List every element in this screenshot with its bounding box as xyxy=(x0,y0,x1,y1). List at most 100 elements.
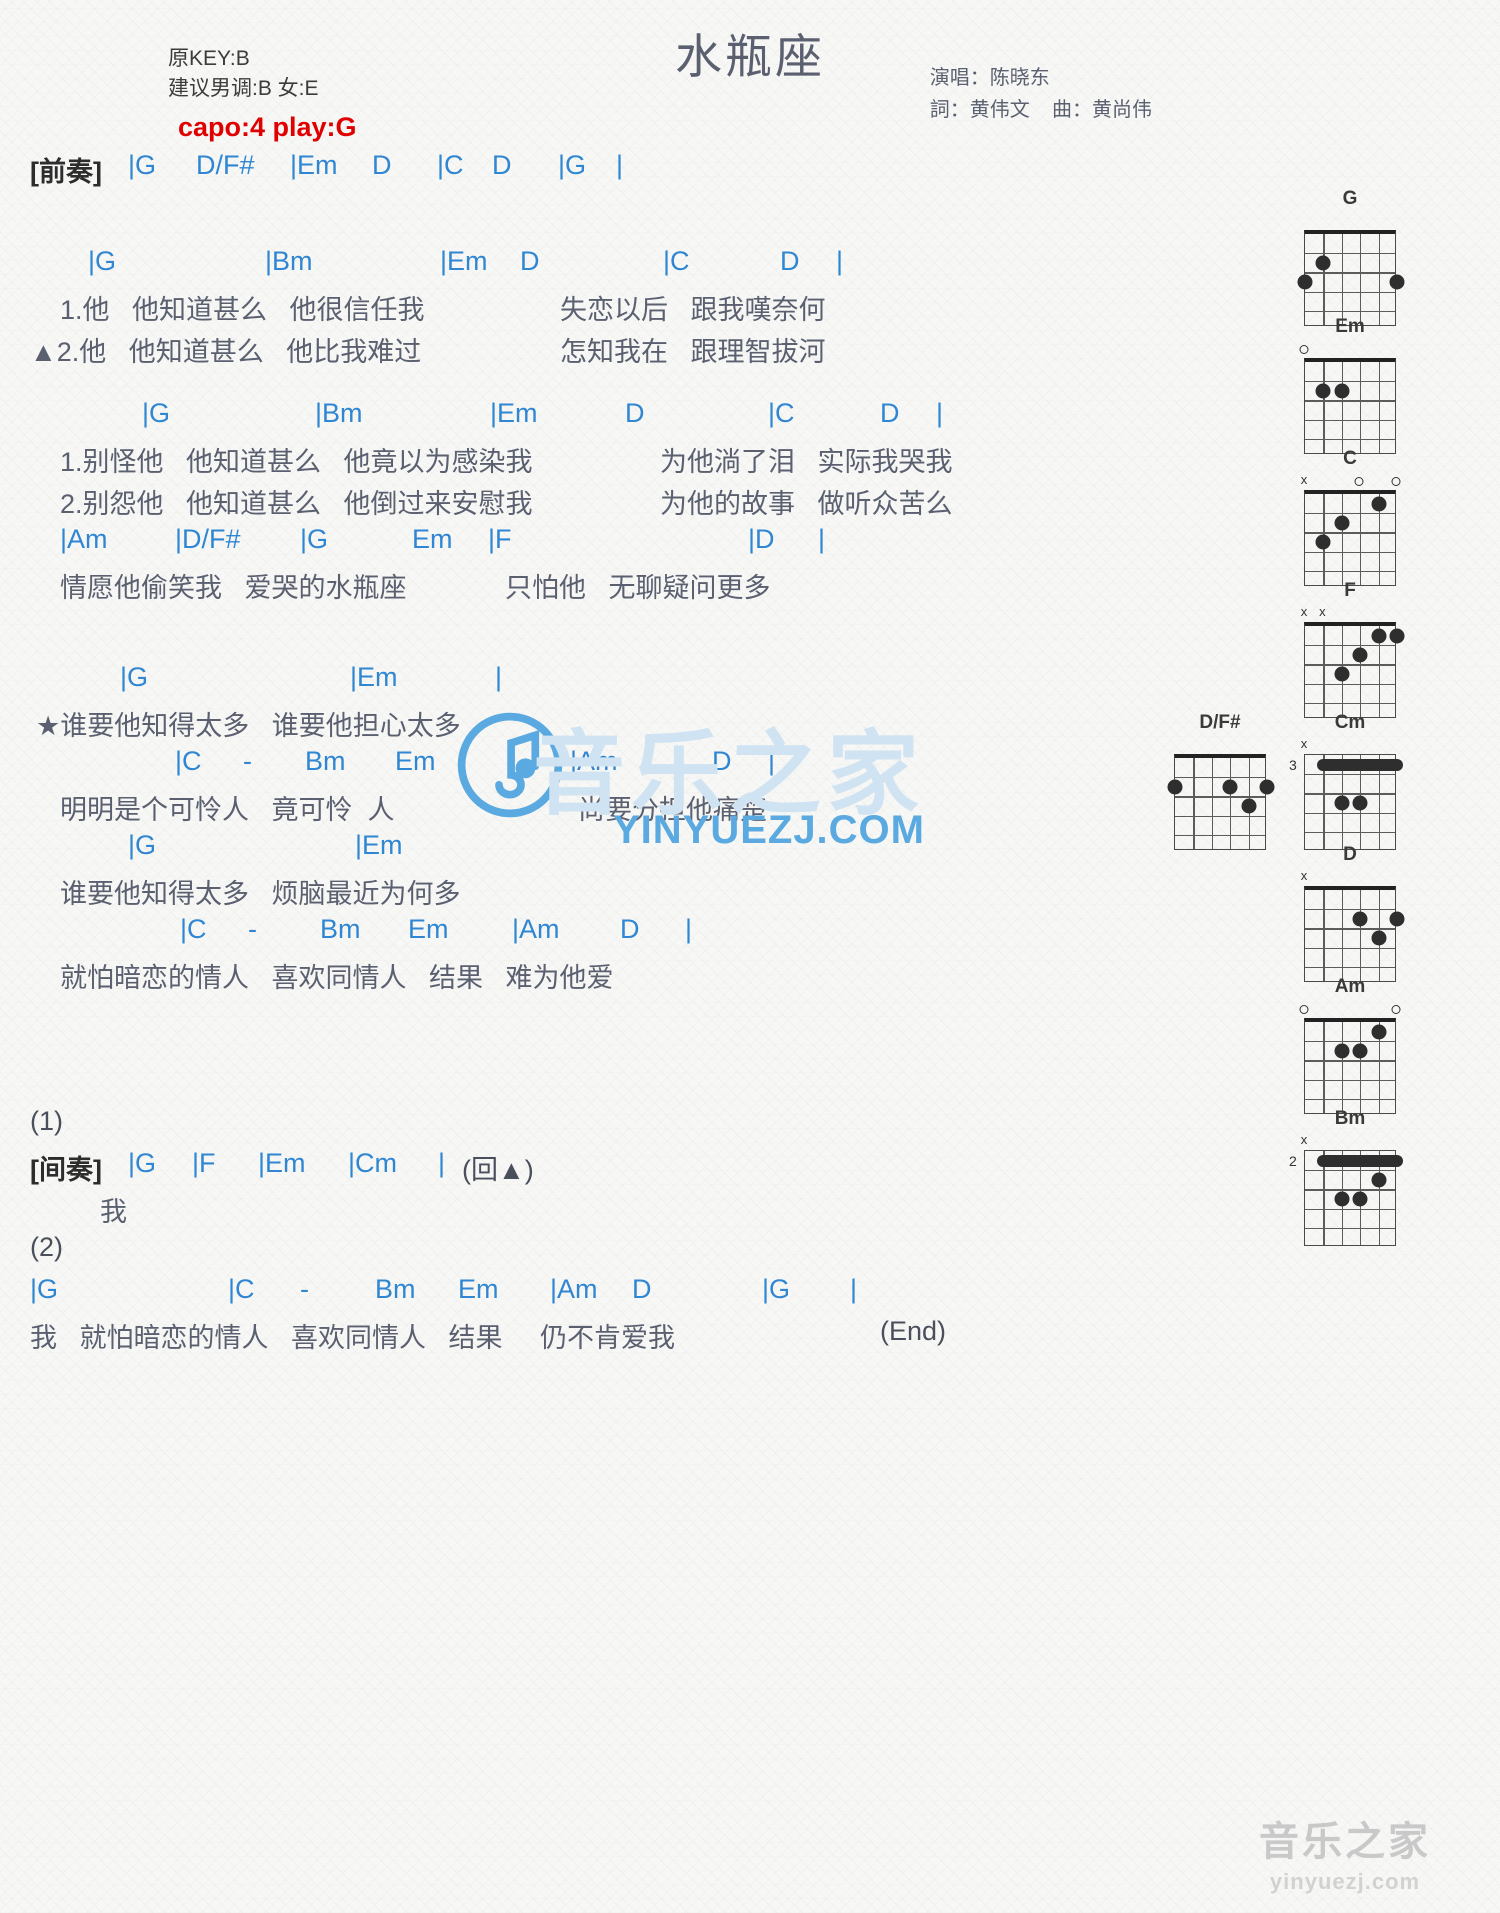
finger-dot xyxy=(1389,628,1405,644)
chord-token: |Am xyxy=(550,1274,598,1304)
muted-string-icon: x xyxy=(1319,604,1326,619)
lyric-line: (2) xyxy=(0,1232,1020,1274)
chord-token: |C xyxy=(175,746,202,776)
lyric-line: (1) xyxy=(0,1106,1020,1148)
chord-token: | xyxy=(836,246,844,276)
chord-token: D xyxy=(520,246,540,276)
lyric-token: 为他淌了泪 实际我哭我 xyxy=(660,447,953,477)
chord-token: Bm xyxy=(305,746,346,776)
chord-diagram-df: D/F# xyxy=(1167,712,1275,850)
lyric-token: 尚要分担他痛楚 xyxy=(578,795,767,825)
lyric-token: ▲2.他 他知道甚么 他比我难过 xyxy=(30,337,422,367)
chord-token: |C xyxy=(663,246,690,276)
fretboard-grid: 3 xyxy=(1289,754,1403,850)
finger-dot xyxy=(1334,1191,1350,1207)
fret-position-number: 2 xyxy=(1289,1152,1297,1169)
chord-line: |G |Em | xyxy=(0,662,1020,704)
finger-dot xyxy=(1352,647,1368,663)
lyric-token: 只怕他 无聊疑问更多 xyxy=(505,573,771,603)
finger-dot xyxy=(1352,911,1368,927)
fretboard-grid xyxy=(1304,358,1396,454)
chord-line: [前奏] |G D/F# |Em D |C D |G | xyxy=(0,150,1020,192)
finger-dot xyxy=(1371,1024,1387,1040)
muted-string-icon: x xyxy=(1300,1132,1308,1147)
string-markers: x xyxy=(1300,868,1396,886)
muted-string-icon: x xyxy=(1300,868,1308,883)
chord-token: |Em xyxy=(258,1148,306,1178)
chord-token: |Em xyxy=(350,662,398,692)
chord-diagram-label: D/F# xyxy=(1199,712,1241,733)
lyric-token: 我 xyxy=(100,1197,127,1227)
lyric-line: ▲2.他 他知道甚么 他比我难过 怎知我在 跟理智拔河 xyxy=(0,330,1020,372)
chord-token: | xyxy=(495,662,503,692)
chord-token: | xyxy=(768,746,776,776)
chord-token: D xyxy=(625,398,645,428)
finger-dot xyxy=(1259,779,1275,795)
chord-diagram-em: Em xyxy=(1299,316,1396,454)
writer-credit: 詞：黄伟文 曲：黄尚伟 xyxy=(929,99,1152,121)
chord-token: [间奏] xyxy=(30,1155,102,1185)
string-markers xyxy=(1299,1002,1401,1018)
finger-dot xyxy=(1371,1172,1387,1188)
chord-token: Bm xyxy=(375,1274,416,1304)
chord-token: - xyxy=(300,1274,309,1304)
capo-info: capo:4 play:G xyxy=(178,111,357,142)
chord-token: |Am xyxy=(60,524,108,554)
lyric-line: 情愿他偷笑我 爱哭的水瓶座 只怕他 无聊疑问更多 xyxy=(0,566,1020,608)
chord-token: |C xyxy=(437,150,464,180)
chord-line: |C - Bm Em |Am D | xyxy=(0,914,1020,956)
chord-token: [前奏] xyxy=(30,157,102,187)
chord-diagram-label: Cm xyxy=(1334,712,1366,733)
fretboard-grid xyxy=(1297,230,1405,326)
lyric-token: 为他的故事 做听众苦么 xyxy=(660,489,953,519)
string-markers xyxy=(1299,342,1396,358)
barre-bar xyxy=(1317,758,1403,771)
chord-token: |Em xyxy=(355,830,403,860)
chord-line: |G |Bm |Em D |C D | xyxy=(0,246,1020,288)
fretboard-grid xyxy=(1304,1018,1396,1114)
chord-token: Em xyxy=(395,746,436,776)
string-markers xyxy=(1304,214,1396,230)
finger-dot xyxy=(1334,383,1350,399)
chord-token: D xyxy=(880,398,900,428)
finger-dot xyxy=(1334,666,1350,682)
chord-token: - xyxy=(243,746,252,776)
key-info-block: 原KEY:B 建议男调:B 女:E capo:4 play:G xyxy=(168,44,357,146)
chord-token: | xyxy=(850,1274,858,1304)
watermark-bottom-cn: 音乐之家 xyxy=(1259,1820,1431,1864)
fret-position-number: 3 xyxy=(1289,756,1297,773)
chord-token: D xyxy=(372,150,392,180)
muted-string-icon: x xyxy=(1300,736,1308,751)
chord-token: |G xyxy=(300,524,329,554)
chord-token: - xyxy=(248,914,257,944)
lyric-line: 1.他 他知道甚么 他很信任我 失恋以后 跟我嘆奈何 xyxy=(0,288,1020,330)
lyric-line: 2.别怨他 他知道甚么 他倒过来安慰我 为他的故事 做听众苦么 xyxy=(0,482,1020,524)
chord-diagram-c: Cx xyxy=(1301,448,1401,586)
lyric-token: 明明是个可怜人 竟可怜 人 xyxy=(60,795,395,825)
chord-token: D xyxy=(780,246,800,276)
chord-line: |G |Bm |Em D |C D | xyxy=(0,398,1020,440)
chord-token: |Em xyxy=(490,398,538,428)
chord-token: |G xyxy=(30,1274,59,1304)
chord-diagram-label: G xyxy=(1342,188,1358,209)
finger-dot xyxy=(1334,515,1350,531)
finger-dot xyxy=(1371,930,1387,946)
chord-line: |G |C - Bm Em |Am D |G | xyxy=(0,1274,1020,1316)
chord-token: |G xyxy=(88,246,117,276)
chord-line: |C - Bm Em |Am D | xyxy=(0,746,1020,788)
chord-token: |Em xyxy=(440,246,488,276)
chord-diagram-label: F xyxy=(1344,580,1356,601)
lyric-line: ★谁要他知得太多 谁要他担心太多 xyxy=(0,704,1020,746)
chord-token: | xyxy=(616,150,624,180)
finger-dot xyxy=(1167,779,1183,795)
chord-sheet-page: 音乐之家 YINYUEZJ.COM 音乐之家 yinyuezj.com 水瓶座 … xyxy=(0,0,1500,1913)
string-markers: x xyxy=(1300,736,1396,754)
watermark-bottom: 音乐之家 yinyuezj.com xyxy=(1220,1809,1470,1895)
lyric-token: 失恋以后 跟我嘆奈何 xyxy=(560,295,826,325)
chord-diagram-bm: Bm x 2 xyxy=(1289,1108,1403,1246)
lyric-token: 1.别怪他 他知道甚么 他竟以为感染我 xyxy=(60,447,533,477)
chord-token: |G xyxy=(120,662,149,692)
credits-block: 演唱：陈晓东 詞：黄伟文 曲：黄尚伟 xyxy=(930,62,1152,126)
lyric-token: 怎知我在 跟理智拔河 xyxy=(560,337,826,367)
chord-token: Em xyxy=(408,914,449,944)
